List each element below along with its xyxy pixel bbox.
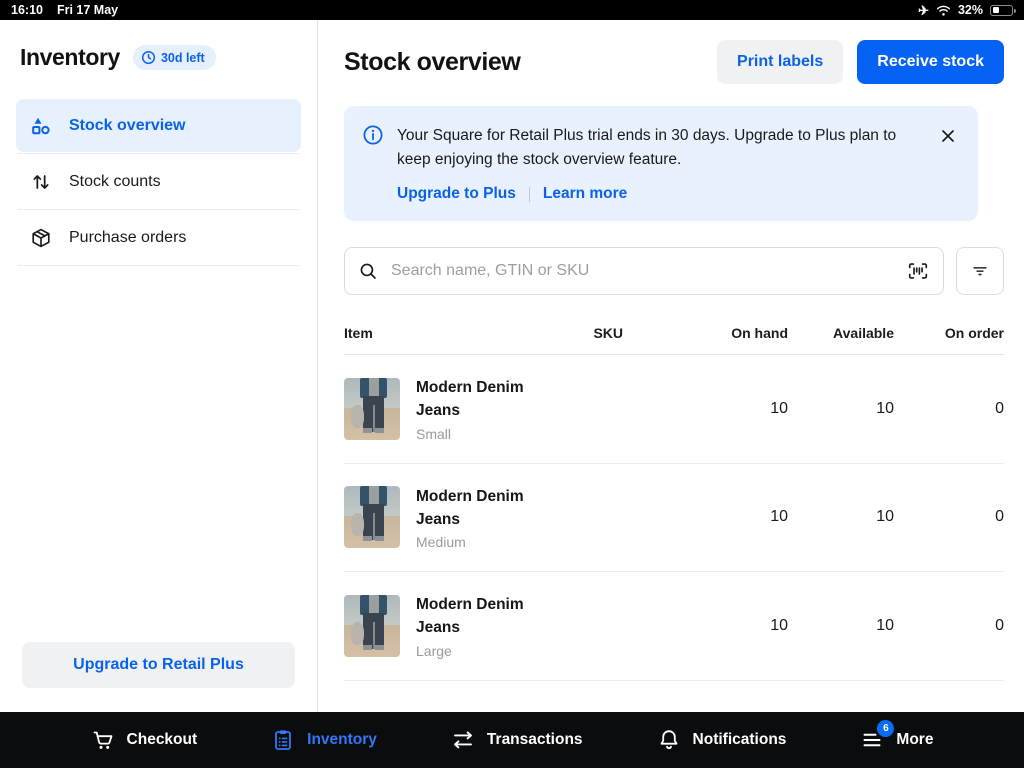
divider (529, 187, 530, 202)
column-item: Item (344, 325, 528, 341)
upgrade-to-plus-link[interactable]: Upgrade to Plus (397, 185, 516, 203)
transfer-arrows-icon (451, 728, 475, 752)
sidebar-item-purchase-orders[interactable]: Purchase orders (16, 211, 301, 264)
column-on-hand: On hand (623, 325, 788, 341)
cell-on-order: 0 (894, 508, 1004, 526)
main-content: Stock overview Print labels Receive stoc… (318, 20, 1024, 712)
status-date: Fri 17 May (57, 3, 118, 17)
item-variant: Large (416, 643, 528, 659)
cell-on-order: 0 (894, 400, 1004, 418)
cell-available: 10 (788, 508, 894, 526)
status-time: 16:10 (11, 3, 43, 17)
search-box (344, 247, 944, 295)
receive-stock-button[interactable]: Receive stock (857, 40, 1004, 84)
upgrade-retail-plus-button[interactable]: Upgrade to Retail Plus (22, 642, 295, 688)
nav-item-notifications[interactable]: Notifications (657, 728, 787, 752)
purchase-orders-icon (30, 227, 52, 249)
cell-available: 10 (788, 400, 894, 418)
search-input[interactable] (389, 261, 896, 281)
page-title: Stock overview (344, 48, 717, 77)
bell-icon (657, 728, 681, 752)
print-labels-button[interactable]: Print labels (717, 40, 843, 84)
item-name: Modern Denim Jeans (416, 593, 528, 640)
more-menu-icon: 6 (860, 728, 884, 752)
item-name: Modern Denim Jeans (416, 485, 528, 532)
table-header: Item SKU On hand Available On order (344, 325, 1004, 355)
close-icon (938, 126, 958, 146)
trial-banner: Your Square for Retail Plus trial ends i… (344, 106, 978, 221)
nav-item-checkout[interactable]: Checkout (91, 728, 198, 752)
cell-on-hand: 10 (623, 617, 788, 635)
table-row[interactable]: Modern Denim Jeans Large 10 10 0 (344, 572, 1004, 681)
item-variant: Small (416, 426, 528, 442)
table-row[interactable]: Modern Denim Jeans Medium 10 10 0 (344, 464, 1004, 573)
cell-on-order: 0 (894, 617, 1004, 635)
clipboard-icon (271, 728, 295, 752)
banner-close-button[interactable] (936, 124, 960, 148)
divider (18, 153, 299, 154)
product-thumbnail (344, 486, 400, 548)
column-on-order: On order (894, 325, 1004, 341)
sidebar-item-stock-overview[interactable]: Stock overview (16, 99, 301, 152)
cell-available: 10 (788, 617, 894, 635)
cell-on-hand: 10 (623, 400, 788, 418)
nav-item-more[interactable]: 6 More (860, 728, 933, 752)
cell-on-hand: 10 (623, 508, 788, 526)
barcode-scan-icon[interactable] (906, 260, 930, 282)
nav-item-transactions[interactable]: Transactions (451, 728, 583, 752)
trial-countdown-badge: 30d left (133, 45, 216, 70)
sidebar-title: Inventory (20, 44, 120, 71)
sidebar-item-stock-counts[interactable]: Stock counts (16, 155, 301, 208)
table-row[interactable]: Modern Denim Jeans Small 10 10 0 (344, 355, 1004, 464)
filter-button[interactable] (956, 247, 1004, 295)
divider (18, 265, 299, 266)
item-variant: Medium (416, 534, 528, 550)
stock-overview-icon (30, 115, 52, 137)
notification-count-badge: 6 (877, 720, 894, 737)
filter-icon (970, 261, 990, 281)
wifi-icon (936, 4, 951, 17)
divider (18, 209, 299, 210)
column-available: Available (788, 325, 894, 341)
product-thumbnail (344, 595, 400, 657)
column-sku: SKU (528, 325, 623, 341)
info-icon (362, 124, 384, 203)
airplane-mode-icon: ✈ (918, 4, 929, 17)
nav-item-inventory[interactable]: Inventory (271, 728, 377, 752)
stock-counts-icon (30, 171, 52, 193)
learn-more-link[interactable]: Learn more (543, 185, 627, 203)
sidebar: Inventory 30d left Stock overv (0, 20, 318, 712)
bottom-nav: Checkout Inventory Transactions (0, 712, 1024, 768)
cart-icon (91, 728, 115, 752)
product-thumbnail (344, 378, 400, 440)
search-icon (358, 261, 379, 282)
clock-icon (141, 50, 156, 65)
battery-percent: 32% (958, 3, 983, 17)
stock-table: Item SKU On hand Available On order Mode… (344, 325, 1004, 681)
item-name: Modern Denim Jeans (416, 376, 528, 423)
banner-message: Your Square for Retail Plus trial ends i… (397, 124, 923, 172)
battery-icon (990, 5, 1013, 16)
status-bar: 16:10 Fri 17 May ✈ 32% (0, 0, 1024, 20)
